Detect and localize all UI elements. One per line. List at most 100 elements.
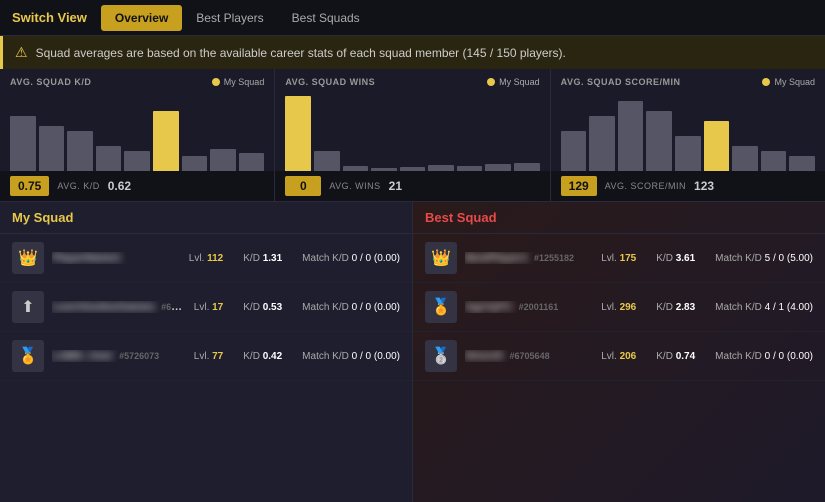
player-avatar: 🏅 xyxy=(12,340,44,372)
tab-best-squads[interactable]: Best Squads xyxy=(278,5,374,31)
best-squad-panel: Best Squad 👑BestPlayer1#1255182Lvl. 175K… xyxy=(413,202,825,502)
bar-gold xyxy=(285,96,311,171)
bar-gray xyxy=(39,126,65,171)
player-avatar: 🏅 xyxy=(425,291,457,323)
legend-dot-wins xyxy=(487,78,495,86)
bar-gray xyxy=(485,164,511,171)
player-name: BestPlayer1#1255182 xyxy=(465,252,593,264)
bar-gray xyxy=(675,136,701,171)
bar-gray xyxy=(67,131,93,171)
bar-gray xyxy=(239,153,265,171)
chart-avg-score: AVG. SQUAD SCORE/MIN My Squad 129 AVG. S… xyxy=(551,69,825,201)
bar-gray xyxy=(732,146,758,171)
player-kd: K/D 0.42 xyxy=(243,351,282,362)
chart-wins-title: AVG. SQUAD WINS xyxy=(285,77,375,87)
player-info: PlayerName1 xyxy=(52,252,181,264)
top-nav: Switch View Overview Best Players Best S… xyxy=(0,0,825,36)
my-squad-list: 👑PlayerName1Lvl. 112K/D 1.31Match K/D 0 … xyxy=(0,234,412,381)
player-match-kd: Match K/D 0 / 0 (0.00) xyxy=(302,351,400,362)
bar-gray xyxy=(589,116,615,171)
player-match-kd: Match K/D 4 / 1 (4.00) xyxy=(715,302,813,313)
bar-gray xyxy=(561,131,587,171)
player-level: Lvl. 77 xyxy=(194,351,223,362)
chart-kd-legend: My Squad xyxy=(212,77,265,87)
my-squad-panel: My Squad 👑PlayerName1Lvl. 112K/D 1.31Mat… xyxy=(0,202,413,502)
player-id: #2001161 xyxy=(519,302,559,312)
bottom-panels: My Squad 👑PlayerName1Lvl. 112K/D 1.31Mat… xyxy=(0,202,825,502)
bar-gray xyxy=(428,165,454,171)
player-avatar: ⬆ xyxy=(12,291,44,323)
player-avatar: 🥈 xyxy=(425,340,457,372)
player-id: #6945189 xyxy=(161,302,186,312)
bar-gray xyxy=(618,101,644,171)
player-name: LABN_User#5726073 xyxy=(52,350,186,362)
my-squad-header: My Squad xyxy=(0,202,412,234)
wins-bars xyxy=(285,91,539,171)
bar-gray xyxy=(457,166,483,171)
bar-gray xyxy=(761,151,787,171)
player-level: Lvl. 112 xyxy=(189,253,223,264)
player-id: #1255182 xyxy=(534,253,574,263)
wins-stat-box: 0 xyxy=(285,176,321,196)
player-level: Lvl. 175 xyxy=(601,253,636,264)
bar-gray xyxy=(646,111,672,171)
player-level: Lvl. 296 xyxy=(601,302,636,313)
bar-gray xyxy=(96,146,122,171)
chart-wins-legend: My Squad xyxy=(487,77,540,87)
kd-stat-box: 0.75 xyxy=(10,176,49,196)
bar-gray xyxy=(124,151,150,171)
player-match-kd: Match K/D 0 / 0 (0.00) xyxy=(302,302,400,313)
score-stat-label: AVG. SCORE/MIN xyxy=(597,181,694,191)
bar-gray xyxy=(10,116,36,171)
player-info: BestPlayer1#1255182 xyxy=(465,252,593,264)
charts-row: AVG. SQUAD K/D My Squad 0.75 AVG. K/D 0.… xyxy=(0,69,825,202)
bar-gray xyxy=(400,167,426,171)
chart-wins-stats: 0 AVG. WINS 21 xyxy=(275,171,549,201)
player-name: LeonVoodooGames#6945189 xyxy=(52,301,186,313)
bar-gray xyxy=(314,151,340,171)
tab-best-players[interactable]: Best Players xyxy=(182,5,277,31)
player-row[interactable]: 👑PlayerName1Lvl. 112K/D 1.31Match K/D 0 … xyxy=(0,234,412,283)
player-row[interactable]: 🏅 LABN_User#5726073 Lvl. 77 K/D 0.42 Match K… xyxy=(0,332,412,381)
alert-text: Squad averages are based on the availabl… xyxy=(36,46,566,60)
legend-label-wins: My Squad xyxy=(499,77,540,87)
chart-score-stats: 129 AVG. SCORE/MIN 123 xyxy=(551,171,825,201)
player-level: Lvl. 206 xyxy=(601,351,636,362)
legend-dot-kd xyxy=(212,78,220,86)
chart-avg-wins: AVG. SQUAD WINS My Squad 0 AVG. WINS 21 xyxy=(275,69,550,201)
player-row[interactable]: ⬆LeonVoodooGames#6945189Lvl. 17K/D 0.53M… xyxy=(0,283,412,332)
tab-overview[interactable]: Overview xyxy=(101,5,182,31)
player-name: AgrrtyFC#2001161 xyxy=(465,301,593,313)
bar-gold xyxy=(704,121,730,171)
chart-score-title: AVG. SQUAD SCORE/MIN xyxy=(561,77,681,87)
bar-gray xyxy=(371,168,397,171)
score-stat-box: 129 xyxy=(561,176,597,196)
player-kd: K/D 3.61 xyxy=(656,253,695,264)
player-name: DirectX#6705648 xyxy=(465,350,593,362)
best-squad-list: 👑BestPlayer1#1255182Lvl. 175K/D 3.61Matc… xyxy=(413,234,825,381)
player-kd: K/D 0.53 xyxy=(243,302,282,313)
wins-stat-label: AVG. WINS xyxy=(321,181,388,191)
player-row[interactable]: 👑BestPlayer1#1255182Lvl. 175K/D 3.61Matc… xyxy=(413,234,825,283)
player-avatar: 👑 xyxy=(12,242,44,274)
player-row[interactable]: 🏅 AgrrtyFC#2001161 Lvl. 296 K/D 2.83 Match K… xyxy=(413,283,825,332)
player-row[interactable]: 🥈 DirectX#6705648 Lvl. 206 K/D 0.74 Match K/… xyxy=(413,332,825,381)
bar-gray xyxy=(182,156,208,171)
player-info: LABN_User#5726073 xyxy=(52,350,186,362)
chart-kd-title: AVG. SQUAD K/D xyxy=(10,77,91,87)
bar-gold xyxy=(153,111,179,171)
alert-banner: ⚠ Squad averages are based on the availa… xyxy=(0,36,825,69)
bar-gray xyxy=(514,163,540,171)
player-info: AgrrtyFC#2001161 xyxy=(465,301,593,313)
score-bars xyxy=(561,91,815,171)
player-name: PlayerName1 xyxy=(52,252,181,264)
legend-dot-score xyxy=(762,78,770,86)
player-match-kd: Match K/D 0 / 0 (0.00) xyxy=(302,253,400,264)
player-kd: K/D 0.74 xyxy=(656,351,695,362)
player-match-kd: Match K/D 0 / 0 (0.00) xyxy=(715,351,813,362)
player-info: LeonVoodooGames#6945189 xyxy=(52,301,186,313)
chart-score-legend: My Squad xyxy=(762,77,815,87)
player-kd: K/D 2.83 xyxy=(656,302,695,313)
switch-view-label: Switch View xyxy=(12,10,87,25)
chart-kd-stats: 0.75 AVG. K/D 0.62 xyxy=(0,171,274,201)
